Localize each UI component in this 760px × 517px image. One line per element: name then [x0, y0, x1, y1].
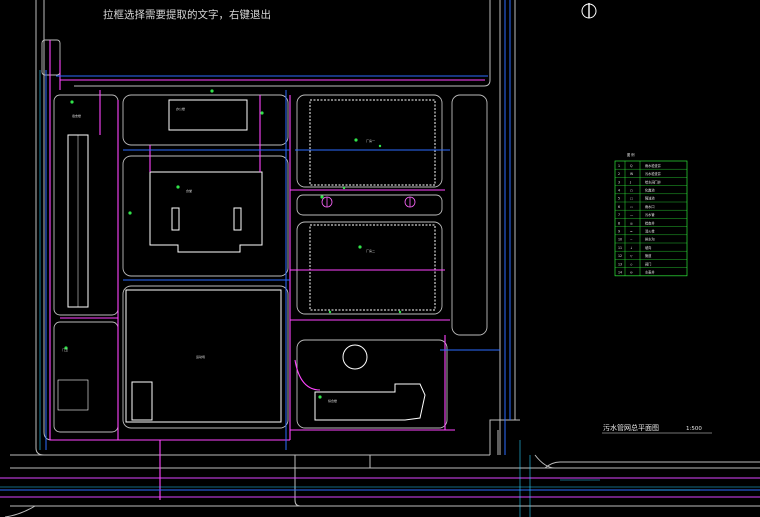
legend-row-label: 隔油池 — [645, 196, 655, 201]
legend-row-symbol: ▭ — [630, 205, 633, 209]
legend-row-label: 水表井 — [645, 270, 655, 275]
legend-row-number: 12 — [618, 254, 622, 258]
legend-row-label: 排水沟 — [645, 237, 655, 242]
building-label-gate: 门卫 — [62, 347, 68, 352]
legend-row-symbol: ○ — [630, 189, 633, 193]
building-label-dorm: 宿舍楼 — [72, 113, 81, 118]
legend-row-number: 8 — [618, 221, 620, 225]
extract-text-hint: 拉框选择需要提取的文字，右键退出 — [103, 9, 271, 21]
building-label-complex: 综合楼 — [328, 398, 337, 403]
building-label-canteen: 食堂 — [186, 188, 192, 193]
legend-row-number: 11 — [618, 246, 622, 250]
legend-row-label: 检查井 — [645, 220, 655, 225]
legend-row-number: 1 — [618, 164, 620, 168]
legend-row-symbol: ↓ — [630, 246, 633, 250]
legend-row-label: 雨水检查井 — [645, 163, 661, 168]
legend-row-label: 阀门 — [645, 261, 651, 266]
legend-row-label: 消火栓 — [645, 229, 655, 234]
legend-row-number: 10 — [618, 238, 622, 242]
legend-row-label: 坡向 — [645, 245, 651, 250]
legend-row-label: 管道 — [645, 253, 652, 258]
legend-row-number: 13 — [618, 262, 622, 266]
legend-row-number: 14 — [618, 271, 622, 275]
legend-row-symbol: J — [629, 180, 631, 184]
legend-header: 图 例 — [627, 152, 634, 157]
legend-row-symbol: □ — [630, 197, 633, 201]
legend-row-label: 给水阀门井 — [645, 179, 661, 184]
building-label-plant-1: 厂房一 — [366, 138, 375, 143]
legend-row-number: 5 — [618, 197, 620, 201]
building-label-plant-2: 厂房二 — [366, 248, 375, 253]
legend-row-number: 2 — [618, 172, 620, 176]
building-label-sports: 运动场 — [196, 354, 205, 359]
legend-row-label: 污水管 — [645, 212, 655, 217]
legend-row-number: 6 — [618, 205, 620, 209]
legend-row-label: 雨水口 — [645, 204, 655, 209]
legend-row-number: 3 — [618, 180, 620, 184]
legend-row-number: 9 — [618, 230, 620, 234]
plan-scale: 1:500 — [686, 426, 702, 432]
plan-title: 污水管网总平面图 — [603, 423, 659, 432]
legend-row-number: 7 — [618, 213, 620, 217]
legend-row-label: 污水检查井 — [645, 171, 661, 176]
legend-row-symbol: ~ — [630, 238, 633, 242]
cad-drawing-canvas[interactable]: 宿舍楼 办公楼 厂房一 厂房二 食堂 综合楼 运动场 门卫 图 例1 Q 雨水检查井… — [0, 0, 760, 517]
legend-row-symbol: ◎ — [630, 221, 633, 225]
legend-row-number: 4 — [618, 189, 620, 193]
building-label-office: 办公楼 — [176, 106, 185, 111]
legend-row-symbol: ≈ — [630, 230, 633, 234]
legend-row-symbol: ⊖ — [630, 271, 633, 275]
legend-row-label: 化粪池 — [645, 188, 655, 193]
